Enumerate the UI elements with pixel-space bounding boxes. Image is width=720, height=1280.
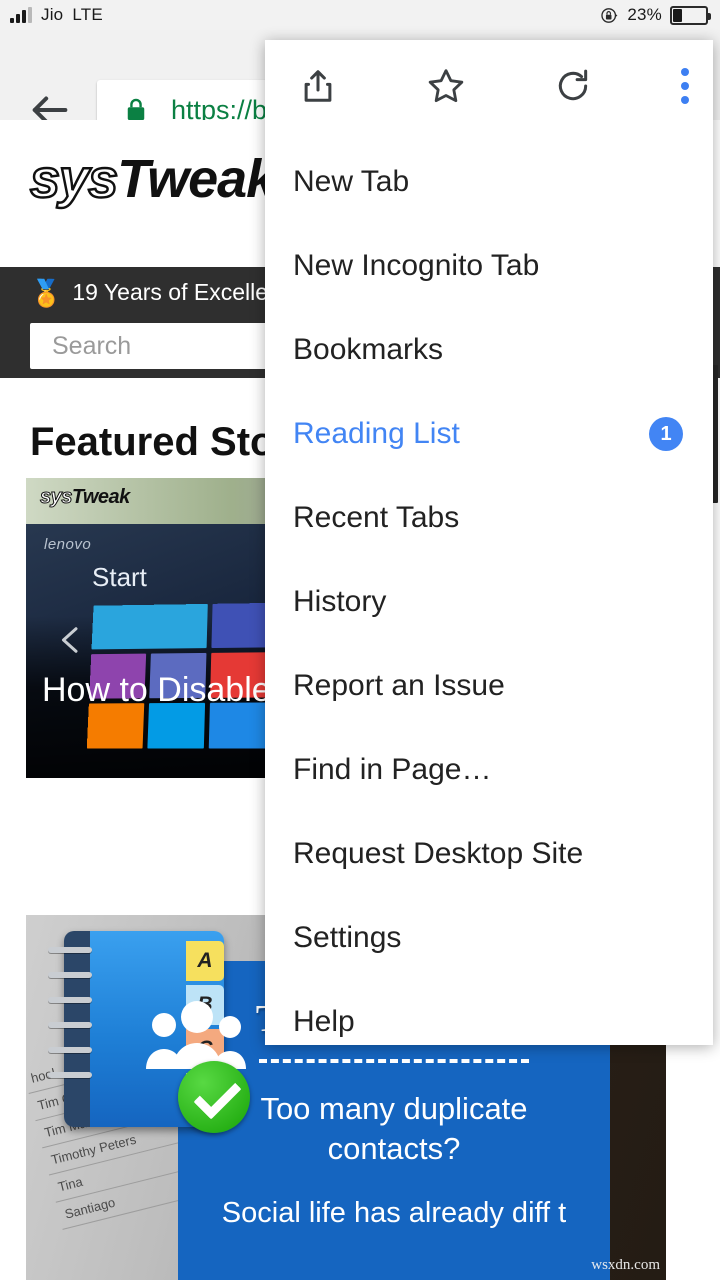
menu-item-history[interactable]: History	[265, 560, 713, 644]
reading-list-badge: 1	[649, 417, 683, 451]
menu-item-label: History	[293, 585, 387, 618]
status-bar-left: Jio LTE	[10, 5, 103, 25]
menu-item-label: New Tab	[293, 165, 410, 198]
menu-item-label: Request Desktop Site	[293, 837, 584, 870]
status-bar: Jio LTE 23%	[0, 0, 720, 30]
address-book-icon: A B C D	[46, 931, 250, 1133]
menu-item-label: Bookmarks	[293, 333, 444, 366]
signal-bars-icon	[10, 7, 32, 23]
overflow-menu-icon[interactable]	[680, 68, 689, 104]
ad-subtitle-line1: Too many duplicate	[260, 1091, 528, 1126]
story-title-line1: How to Disable T	[42, 670, 301, 709]
share-icon[interactable]	[299, 67, 337, 105]
battery-icon	[670, 5, 711, 25]
menu-item-label: Recent Tabs	[293, 501, 460, 534]
search-placeholder: Search	[52, 331, 132, 360]
phone-screen: Jio LTE 23% https://b sysTweak 🏅 19 Year…	[0, 0, 720, 1280]
menu-item-bookmarks[interactable]: Bookmarks	[265, 308, 713, 392]
network-type-label: LTE	[72, 5, 103, 24]
story-brand-light: sys	[40, 486, 73, 509]
story-brand-bold: Tweak	[71, 486, 130, 508]
status-bar-right: 23%	[600, 5, 711, 25]
menu-item-label: Help	[293, 1005, 355, 1038]
battery-percent-label: 23%	[627, 5, 662, 24]
menu-item-label: New Incognito Tab	[293, 249, 540, 282]
menu-item-request-desktop-site[interactable]: Request Desktop Site	[265, 812, 713, 896]
excellence-banner: 🏅 19 Years of Excellence	[30, 279, 305, 306]
browser-overflow-menu: New Tab New Incognito Tab Bookmarks Read…	[265, 40, 713, 1045]
green-check-icon	[178, 1061, 250, 1133]
laptop-brand-label: lenovo	[44, 536, 92, 553]
menu-item-recent-tabs[interactable]: Recent Tabs	[265, 476, 713, 560]
menu-header-row	[265, 40, 713, 132]
chevron-left-icon[interactable]	[56, 618, 86, 662]
start-screen-label: Start	[92, 562, 147, 592]
menu-item-new-tab[interactable]: New Tab	[265, 140, 713, 224]
menu-item-new-incognito-tab[interactable]: New Incognito Tab	[265, 224, 713, 308]
menu-item-reading-list[interactable]: Reading List 1	[265, 392, 713, 476]
menu-item-label: Report an Issue	[293, 669, 505, 702]
reload-icon[interactable]	[554, 67, 592, 105]
ad-tagline: Social life has already diff t	[221, 1197, 567, 1229]
rotation-lock-icon	[600, 6, 619, 25]
menu-item-label: Find in Page…	[293, 753, 492, 786]
menu-item-settings[interactable]: Settings	[265, 896, 713, 980]
logo-light-text: sys	[29, 148, 120, 211]
people-group-icon	[142, 999, 252, 1069]
book-tab: A	[186, 941, 224, 981]
ad-subtitle-line2: contacts?	[327, 1131, 461, 1167]
menu-item-find-in-page[interactable]: Find in Page…	[265, 728, 713, 812]
book-rings	[48, 947, 92, 1097]
menu-item-label: Reading List	[293, 417, 460, 450]
site-logo[interactable]: sysTweak	[29, 148, 276, 211]
medal-icon: 🏅	[30, 277, 63, 308]
menu-item-label: Settings	[293, 921, 402, 954]
carrier-label: Jio	[41, 5, 64, 24]
menu-item-list: New Tab New Incognito Tab Bookmarks Read…	[265, 132, 713, 1064]
image-watermark: wsxdn.com	[591, 1257, 660, 1273]
logo-bold-text: Tweak	[117, 149, 276, 209]
story-watermark-logo: sysTweak	[40, 486, 131, 509]
bookmark-star-icon[interactable]	[426, 66, 466, 106]
menu-item-report-an-issue[interactable]: Report an Issue	[265, 644, 713, 728]
menu-item-help[interactable]: Help	[265, 980, 713, 1064]
